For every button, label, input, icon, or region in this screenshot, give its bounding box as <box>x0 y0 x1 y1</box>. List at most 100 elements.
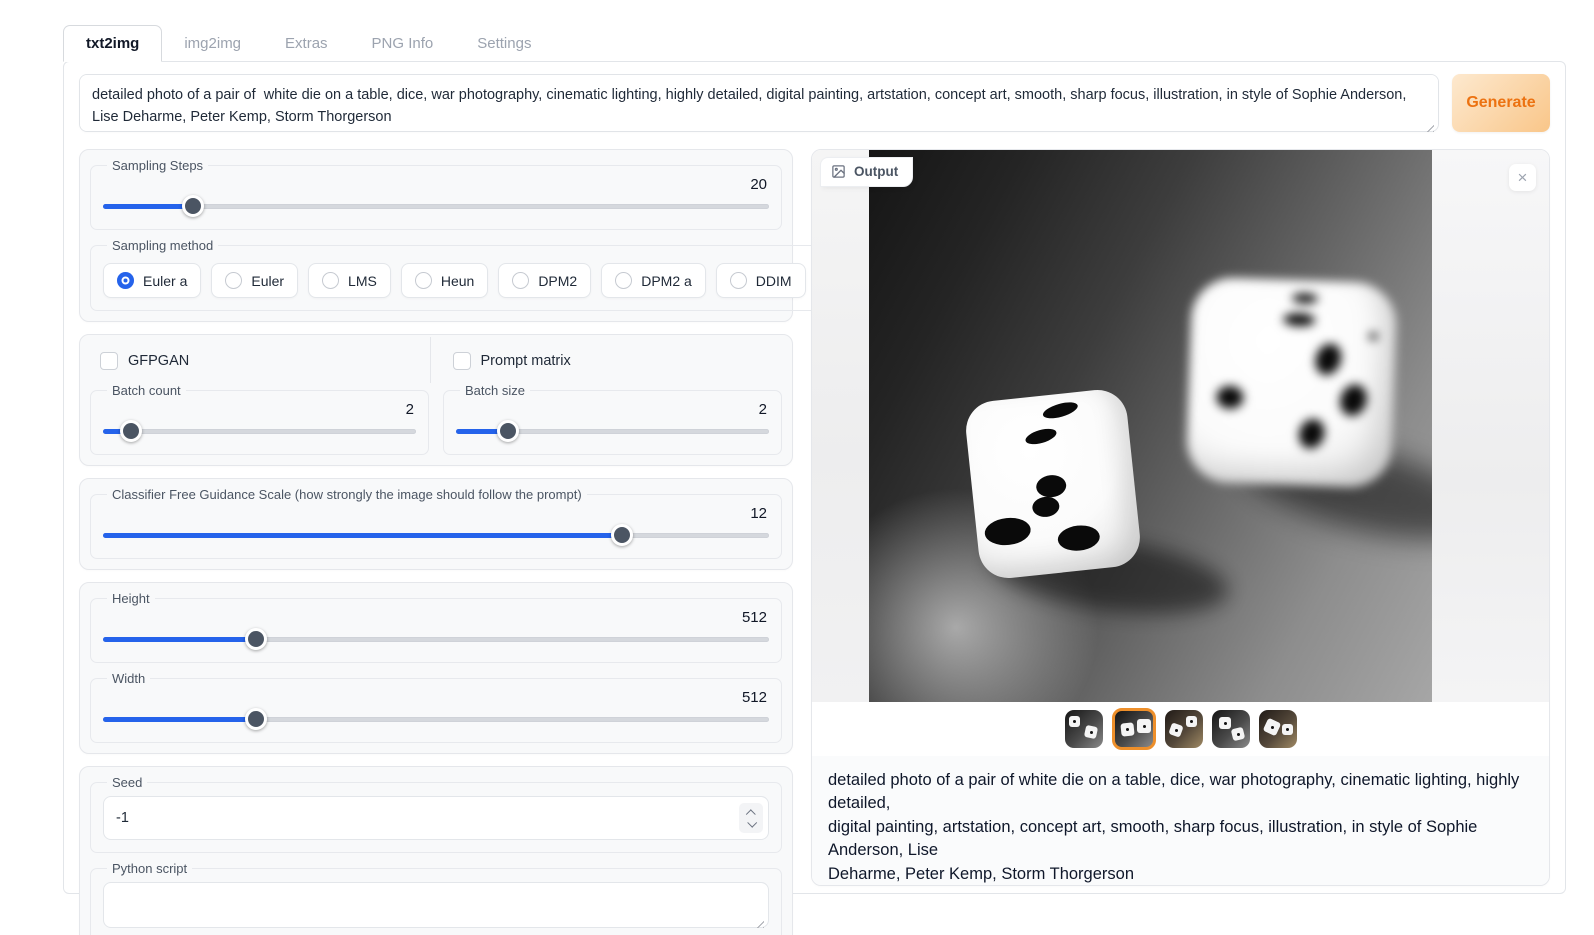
image-letterbox-right <box>1432 150 1549 702</box>
die-front <box>963 387 1143 581</box>
cfg-scale-value: 12 <box>103 505 769 522</box>
image-icon <box>831 164 846 179</box>
thumbnail-3[interactable] <box>1212 710 1250 748</box>
radio-label: Heun <box>441 273 474 289</box>
prompt-matrix-checkbox[interactable] <box>453 352 471 370</box>
close-output-button[interactable]: × <box>1509 164 1536 191</box>
cfg-scale-slider[interactable] <box>103 524 769 546</box>
seed-group: Seed <box>90 775 782 853</box>
gfpgan-label: GFPGAN <box>128 353 189 369</box>
settings-column: Sampling Steps 20 Sampling method Euler … <box>79 149 793 935</box>
seed-card: Seed Python script <box>79 766 793 935</box>
width-group: Width 512 <box>90 671 782 743</box>
radio-heun[interactable]: Heun <box>401 263 488 298</box>
tab-settings[interactable]: Settings <box>455 26 553 61</box>
tab-txt2img[interactable]: txt2img <box>63 25 162 62</box>
cfg-scale-group: Classifier Free Guidance Scale (how stro… <box>90 487 782 559</box>
txt2img-panel: Generate Sampling Steps 20 Sampling meth… <box>63 61 1566 894</box>
radio-icon <box>730 272 747 289</box>
caption-prompt-line: digital painting, artstation, concept ar… <box>828 816 1533 863</box>
tab-png-info[interactable]: PNG Info <box>350 26 456 61</box>
sampling-steps-value: 20 <box>103 176 769 193</box>
batch-size-value: 2 <box>456 401 769 418</box>
checkbox-row: GFPGAN Prompt matrix <box>90 337 782 383</box>
thumbnail-2[interactable] <box>1165 710 1203 748</box>
gallery-thumbnails <box>812 702 1549 756</box>
sampling-card: Sampling Steps 20 Sampling method Euler … <box>79 149 793 322</box>
spinner-up-icon[interactable] <box>745 809 755 819</box>
radio-label: DPM2 <box>538 273 577 289</box>
radio-icon <box>512 272 529 289</box>
batch-count-group: Batch count 2 <box>90 383 429 455</box>
radio-label: Euler <box>251 273 284 289</box>
output-column: Output × <box>811 149 1550 935</box>
radio-dpm2[interactable]: DPM2 <box>498 263 591 298</box>
image-letterbox-left <box>812 150 869 702</box>
prompt-row: Generate <box>79 74 1550 137</box>
output-panel: Output × <box>811 149 1550 886</box>
sampling-steps-label: Sampling Steps <box>107 158 208 173</box>
batch-count-value: 2 <box>103 401 416 418</box>
app-root: txt2img img2img Extras PNG Info Settings… <box>0 0 1594 894</box>
generation-info: detailed photo of a pair of white die on… <box>812 756 1549 886</box>
tab-extras[interactable]: Extras <box>263 26 350 61</box>
generated-image[interactable] <box>869 150 1432 702</box>
width-value: 512 <box>103 689 769 706</box>
width-slider[interactable] <box>103 708 769 730</box>
gfpgan-option[interactable]: GFPGAN <box>90 337 430 383</box>
dimensions-card: Height 512 Width 512 <box>79 582 793 754</box>
radio-selected-icon <box>117 272 134 289</box>
radio-label: DDIM <box>756 273 792 289</box>
radio-dpm2-a[interactable]: DPM2 a <box>601 263 706 298</box>
height-label: Height <box>107 591 155 606</box>
prompt-matrix-label: Prompt matrix <box>481 353 571 369</box>
tab-bar: txt2img img2img Extras PNG Info Settings <box>63 22 1566 61</box>
output-image-stage[interactable] <box>812 150 1549 702</box>
radio-icon <box>415 272 432 289</box>
sampling-steps-group: Sampling Steps 20 <box>90 158 782 230</box>
batch-card: GFPGAN Prompt matrix Batch count 2 <box>79 334 793 466</box>
seed-spinner[interactable] <box>739 803 763 833</box>
batch-size-group: Batch size 2 <box>443 383 782 455</box>
thumbnail-1-selected[interactable] <box>1112 708 1156 750</box>
radio-label: DPM2 a <box>641 273 692 289</box>
height-slider[interactable] <box>103 628 769 650</box>
seed-input[interactable] <box>103 796 769 840</box>
tab-img2img[interactable]: img2img <box>162 26 263 61</box>
die-back <box>1185 276 1397 488</box>
output-label-chip: Output <box>820 157 913 187</box>
python-script-group: Python script <box>90 861 782 935</box>
gfpgan-checkbox[interactable] <box>100 352 118 370</box>
caption-prompt-line: Deharme, Peter Kemp, Storm Thorgerson <box>828 863 1533 886</box>
width-label: Width <box>107 671 150 686</box>
batch-size-slider[interactable] <box>456 420 769 442</box>
radio-euler[interactable]: Euler <box>211 263 298 298</box>
thumbnail-4[interactable] <box>1259 710 1297 748</box>
height-value: 512 <box>103 609 769 626</box>
radio-icon <box>615 272 632 289</box>
batch-size-label: Batch size <box>460 383 530 398</box>
output-label: Output <box>854 164 898 179</box>
sampling-method-label: Sampling method <box>107 238 218 253</box>
radio-label: LMS <box>348 273 377 289</box>
radio-icon <box>225 272 242 289</box>
batch-count-slider[interactable] <box>103 420 416 442</box>
radio-ddim[interactable]: DDIM <box>716 263 806 298</box>
radio-label: Euler a <box>143 273 187 289</box>
sampling-steps-slider[interactable] <box>103 195 769 217</box>
seed-label: Seed <box>107 775 147 790</box>
python-script-label: Python script <box>107 861 192 876</box>
radio-euler-a[interactable]: Euler a <box>103 263 201 298</box>
prompt-matrix-option[interactable]: Prompt matrix <box>430 337 783 383</box>
python-script-input[interactable] <box>103 882 769 928</box>
height-group: Height 512 <box>90 591 782 663</box>
cfg-card: Classifier Free Guidance Scale (how stro… <box>79 478 793 570</box>
radio-icon <box>322 272 339 289</box>
radio-lms[interactable]: LMS <box>308 263 391 298</box>
thumbnail-0[interactable] <box>1065 710 1103 748</box>
prompt-input[interactable] <box>79 74 1439 132</box>
spinner-down-icon[interactable] <box>747 817 757 827</box>
cfg-scale-label: Classifier Free Guidance Scale (how stro… <box>107 487 587 502</box>
sampling-method-group: Sampling method Euler a Euler LMS Heun D… <box>90 238 921 311</box>
generate-button[interactable]: Generate <box>1452 74 1550 132</box>
